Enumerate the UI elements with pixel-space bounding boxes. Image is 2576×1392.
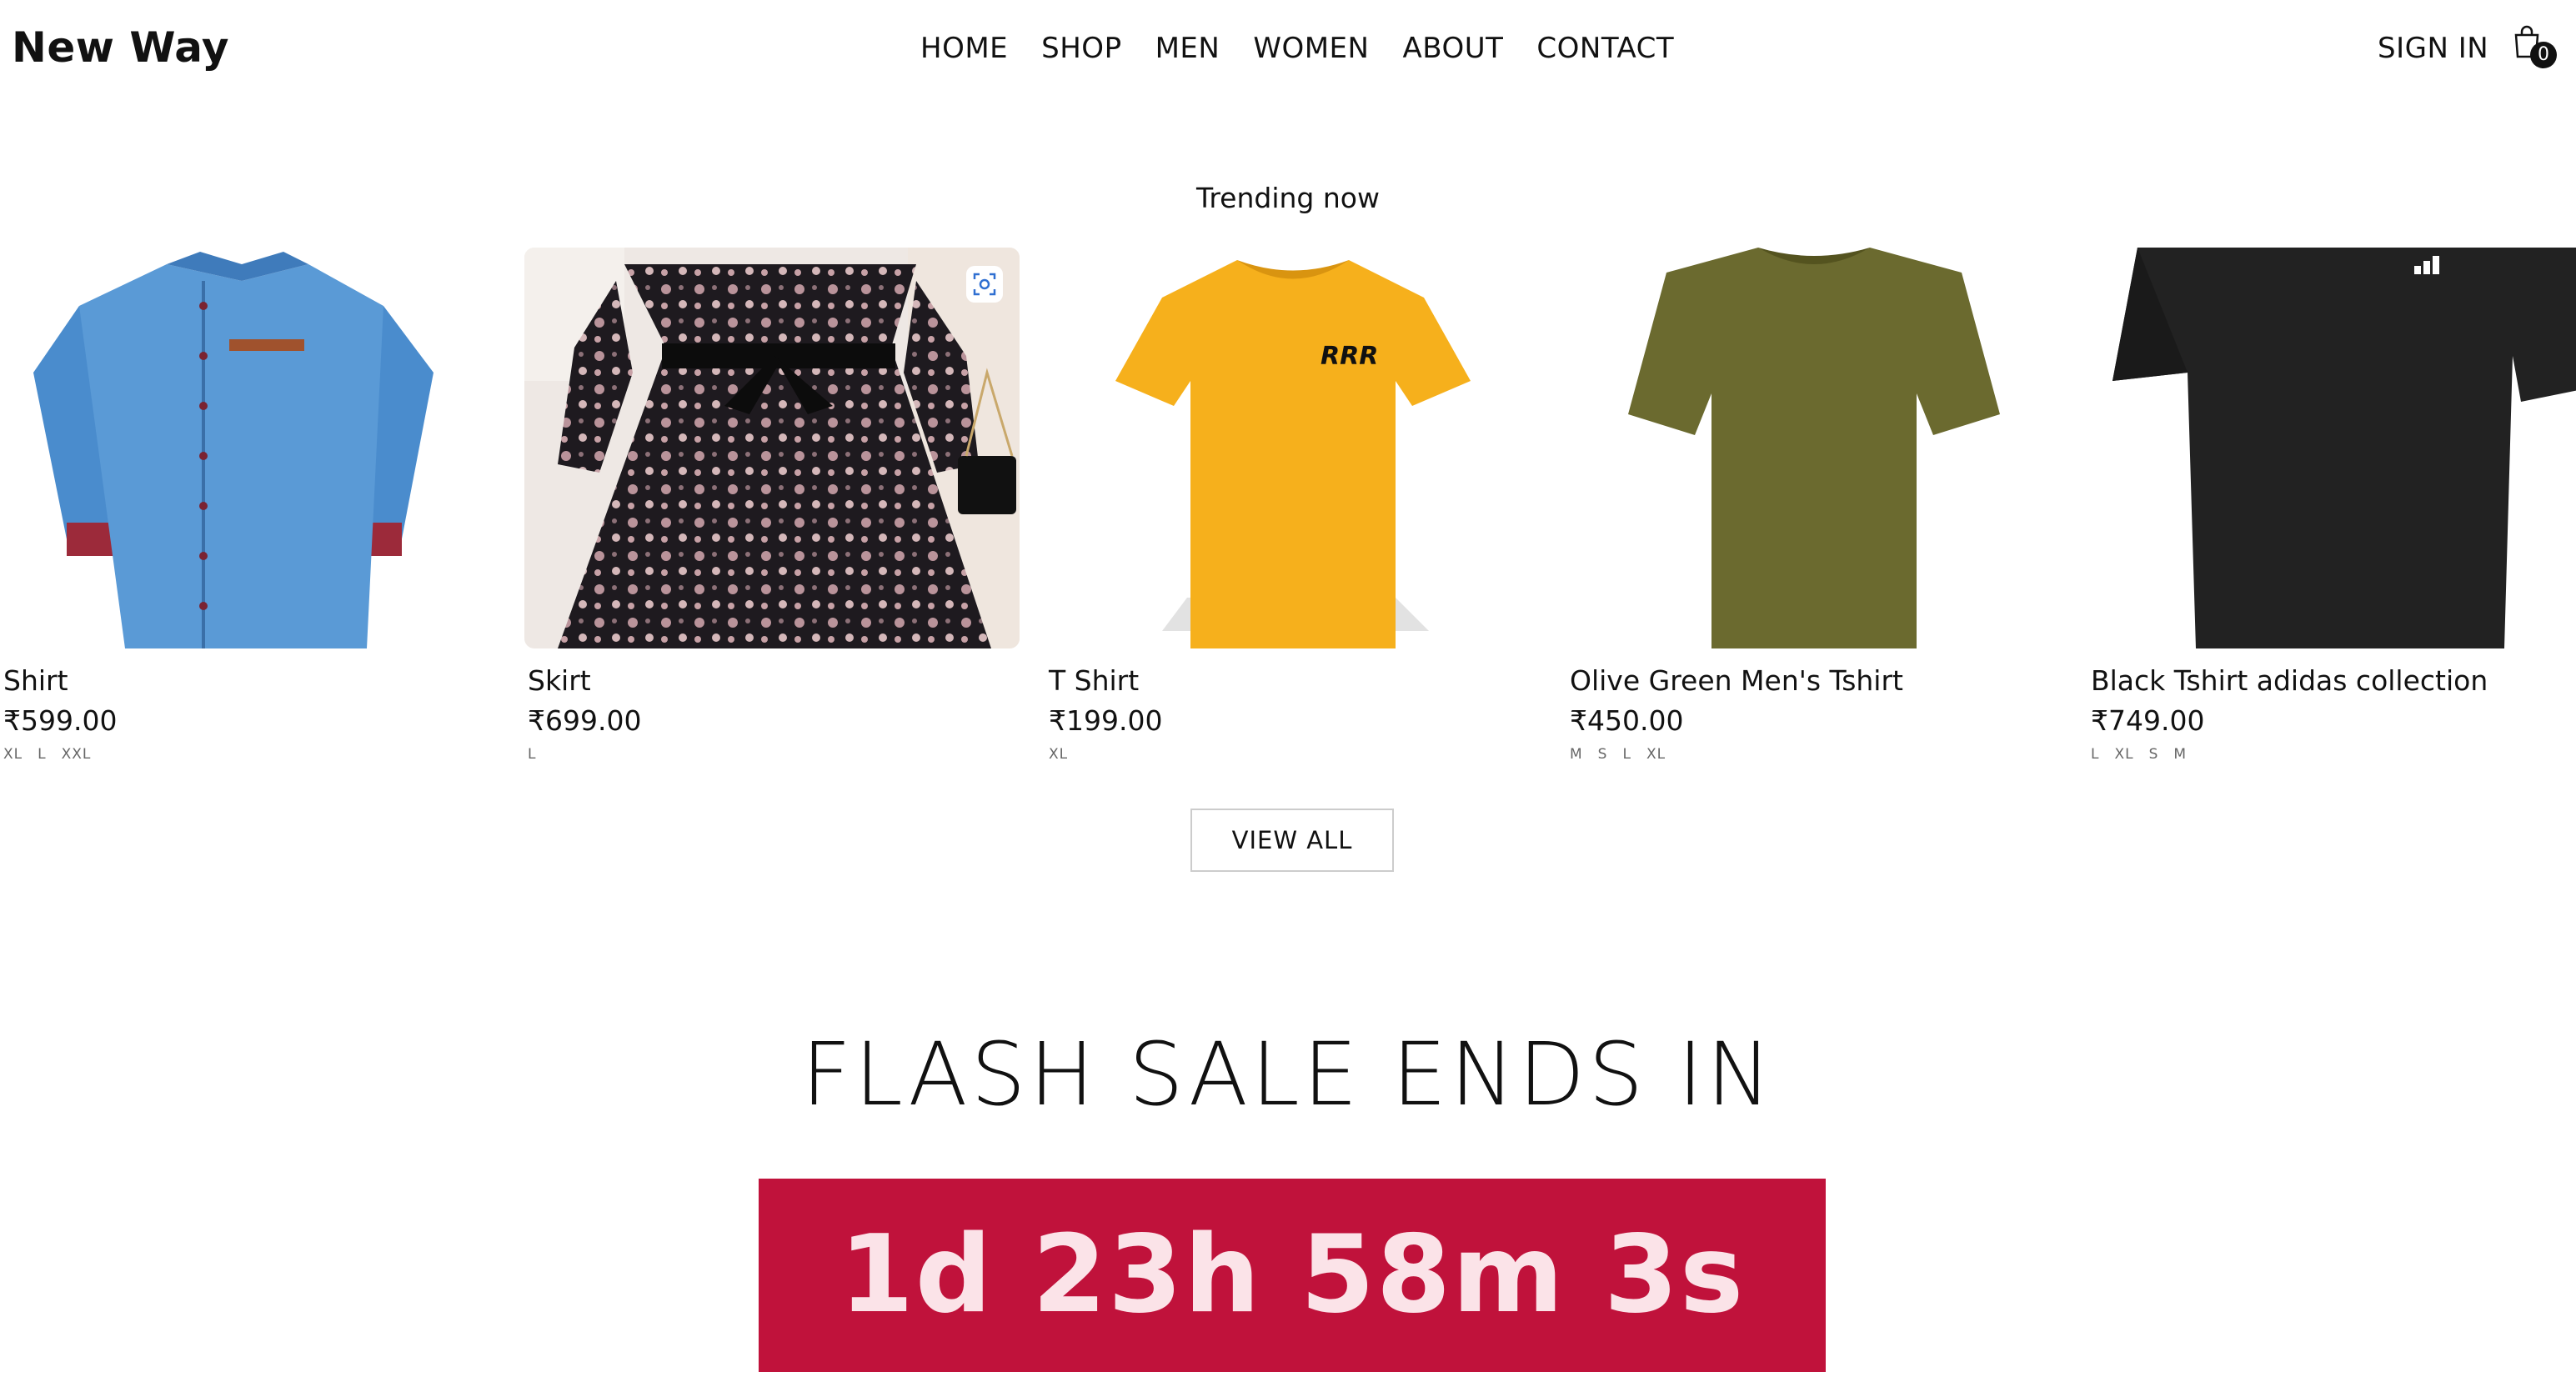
size-label: XL xyxy=(1049,746,1069,763)
flash-sale-title: FLASH SALE ENDS IN xyxy=(801,1024,1775,1125)
size-label: XL xyxy=(2114,746,2134,763)
svg-text:RRR: RRR xyxy=(1321,342,1378,371)
size-label: L xyxy=(1622,746,1631,763)
visual-search-icon[interactable] xyxy=(970,269,1000,299)
site-header: New Way HOME SHOP MEN WOMEN ABOUT CONTAC… xyxy=(0,0,2576,100)
product-card[interactable]: Skirt ₹699.00 L xyxy=(524,248,1020,763)
size-label: M xyxy=(2173,746,2188,763)
product-price: ₹599.00 xyxy=(3,704,118,737)
size-label: S xyxy=(2148,746,2159,763)
size-label: L xyxy=(2091,746,2100,763)
nav-women[interactable]: WOMEN xyxy=(1253,32,1369,65)
cart-count-badge: 0 xyxy=(2530,42,2557,68)
nav-men[interactable]: MEN xyxy=(1155,32,1220,65)
product-name[interactable]: T Shirt xyxy=(1049,664,1139,697)
size-label: XL xyxy=(3,746,23,763)
product-image-yellow-tshirt[interactable]: RRR xyxy=(1045,248,1541,648)
product-card[interactable]: Black Tshirt adidas collection ₹749.00 L… xyxy=(2087,248,2576,763)
product-name[interactable]: Black Tshirt adidas collection xyxy=(2091,664,2488,697)
product-name[interactable]: Olive Green Men's Tshirt xyxy=(1570,664,1903,697)
product-price: ₹699.00 xyxy=(528,704,642,737)
site-logo[interactable]: New Way xyxy=(12,23,229,72)
product-sizes: XL xyxy=(1049,746,1068,763)
product-name[interactable]: Skirt xyxy=(528,664,591,697)
cart-button[interactable]: 0 xyxy=(2513,25,2557,72)
product-sizes: L XL S M xyxy=(2091,746,2187,763)
product-card[interactable]: RRR T Shirt ₹199.00 XL xyxy=(1045,248,1541,763)
product-price: ₹199.00 xyxy=(1049,704,1163,737)
size-label: XXL xyxy=(61,746,92,763)
product-sizes: M S L XL xyxy=(1570,746,1666,763)
countdown-timer: 1d 23h 58m 3s xyxy=(839,1213,1746,1337)
size-label: L xyxy=(38,746,47,763)
product-image-floral-dress[interactable] xyxy=(524,248,1020,648)
nav-about[interactable]: ABOUT xyxy=(1402,32,1503,65)
product-sizes: XL L XXL xyxy=(3,746,91,763)
product-price: ₹749.00 xyxy=(2091,704,2205,737)
sign-in-link[interactable]: SIGN IN xyxy=(2378,32,2488,65)
nav-shop[interactable]: SHOP xyxy=(1041,32,1121,65)
product-image-blue-shirt[interactable] xyxy=(0,248,495,648)
trending-products: Shirt ₹599.00 XL L XXL Skirt ₹699.00 L R… xyxy=(0,248,2576,781)
size-label: S xyxy=(1597,746,1608,763)
product-sizes: L xyxy=(528,746,536,763)
nav-contact[interactable]: CONTACT xyxy=(1536,32,1674,65)
product-card[interactable]: Olive Green Men's Tshirt ₹450.00 M S L X… xyxy=(1566,248,2062,763)
view-all-button[interactable]: VIEW ALL xyxy=(1190,809,1394,872)
size-label: M xyxy=(1570,746,1583,763)
size-label: XL xyxy=(1646,746,1666,763)
size-label: L xyxy=(528,746,537,763)
nav-home[interactable]: HOME xyxy=(920,32,1008,65)
product-image-black-adidas-tshirt[interactable] xyxy=(2087,248,2576,648)
flash-sale-countdown-box: 1d 23h 58m 3s xyxy=(759,1179,1826,1372)
trending-title: Trending now xyxy=(1196,182,1380,214)
product-image-olive-tshirt[interactable] xyxy=(1566,248,2062,648)
main-nav: HOME SHOP MEN WOMEN ABOUT CONTACT xyxy=(920,32,1674,65)
product-card[interactable]: Shirt ₹599.00 XL L XXL xyxy=(0,248,495,763)
product-price: ₹450.00 xyxy=(1570,704,1684,737)
product-name[interactable]: Shirt xyxy=(3,664,68,697)
